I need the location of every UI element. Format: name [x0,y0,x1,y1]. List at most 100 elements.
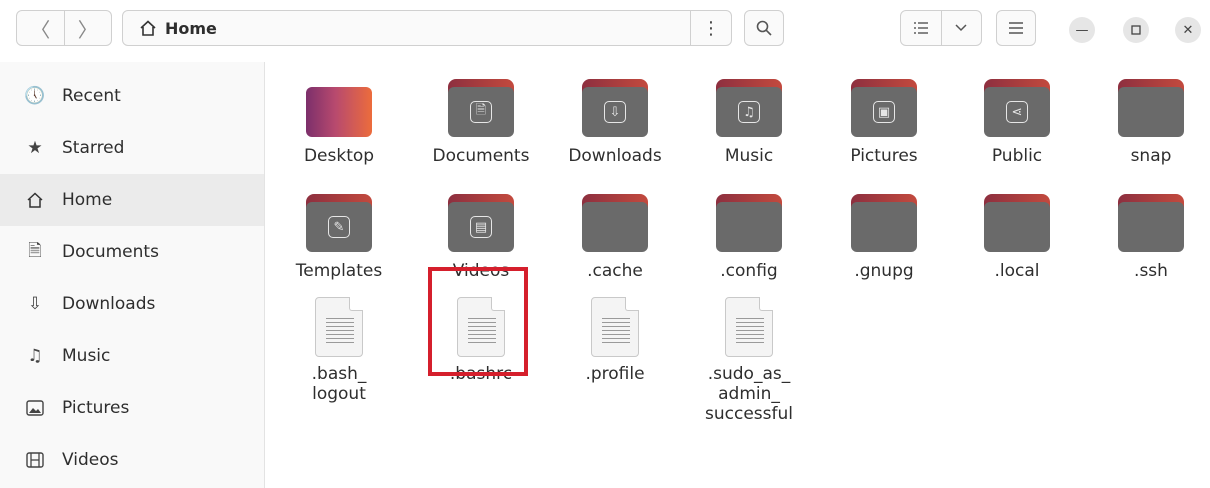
file-name: Downloads [568,146,662,166]
file-name: Public [991,146,1043,166]
folder-icon: 🗎 [448,79,514,139]
folder-item[interactable]: .cache [548,180,682,298]
folder-item[interactable]: Desktop [272,65,406,183]
folder-icon: ⋖ [984,79,1050,139]
template-icon: ✎ [328,216,350,238]
download-icon: ⇩ [604,101,626,123]
folder-item[interactable]: ⋖ Public [950,65,1084,183]
sidebar-item-music[interactable]: ♫ Music [0,330,264,382]
film-icon [24,449,46,471]
sidebar-item-recent[interactable]: 🕔 Recent [0,70,264,122]
folder-icon: ⇩ [582,79,648,139]
file-item[interactable]: .bash_ logout [272,283,406,404]
breadcrumb[interactable]: Home [139,11,217,45]
sidebar-item-label: Videos [62,450,119,470]
maximize-button[interactable] [1123,17,1149,43]
clock-icon: 🕔 [24,86,46,106]
sidebar: 🕔 Recent ★ Starred Home 🗎 Documents ⇩ Do… [0,62,265,488]
file-name: .gnupg [854,261,914,281]
folder-item[interactable]: .ssh [1084,180,1210,298]
back-button[interactable]: 〈 [17,11,64,45]
folder-item[interactable]: snap [1084,65,1210,183]
location-bar[interactable]: Home ⋮ [122,10,732,46]
sidebar-item-pictures[interactable]: Pictures [0,382,264,434]
location-menu-button[interactable]: ⋮ [690,11,731,45]
star-icon: ★ [27,138,43,158]
navigation-buttons: 〈 〉 [16,10,112,46]
download-icon: ⇩ [27,294,43,314]
close-button[interactable]: ✕ [1175,17,1201,43]
folder-icon [582,194,648,254]
music-icon: ♫ [738,101,760,123]
folder-item[interactable]: ▣ Pictures [817,65,951,183]
back-chevron-icon: 〈 [30,17,51,42]
folder-icon [851,194,917,254]
folder-item[interactable]: 🗎 Documents [414,65,548,183]
folder-icon [1118,194,1184,254]
picture-icon: ▣ [873,101,895,123]
folder-item[interactable]: ⇩ Downloads [548,65,682,183]
minimize-button[interactable]: — [1069,17,1095,43]
folder-icon [984,194,1050,254]
file-name: snap [1130,146,1172,166]
music-icon: ♫ [27,346,43,366]
file-name: .local [994,261,1040,281]
text-file-icon [716,297,782,357]
file-name: .profile [585,364,645,384]
sidebar-item-videos[interactable]: Videos [0,434,264,486]
sidebar-item-label: Downloads [62,294,156,314]
sidebar-item-label: Home [62,190,113,210]
sidebar-item-starred[interactable]: ★ Starred [0,122,264,174]
text-file-icon [582,297,648,357]
folder-item[interactable]: .config [682,180,816,298]
share-icon: ⋖ [1006,101,1028,123]
chevron-down-icon [955,24,967,32]
folder-icon [1118,79,1184,139]
file-name: .sudo_as_ admin_ successful [705,364,793,424]
folder-icon: ♫ [716,79,782,139]
folder-item[interactable]: ✎ Templates [272,180,406,298]
folder-item[interactable]: ♫ Music [682,65,816,183]
file-name: Music [724,146,774,166]
forward-button[interactable]: 〉 [63,11,112,45]
file-grid: Desktop 🗎 Documents ⇩ Downloads ♫ Music ▣ Pictur… [266,62,1210,488]
sidebar-item-label: Documents [62,242,159,262]
folder-icon [306,79,372,139]
list-view-button[interactable] [901,11,941,45]
folder-icon [716,194,782,254]
sidebar-item-label: Starred [62,138,125,158]
sidebar-item-downloads[interactable]: ⇩ Downloads [0,278,264,330]
file-name: .cache [587,261,643,281]
view-toggle [900,10,982,46]
search-button[interactable] [744,10,784,46]
file-name: Documents [432,146,530,166]
file-name: .config [720,261,778,281]
text-file-icon [306,297,372,357]
minimize-icon: — [1075,22,1089,38]
folder-item[interactable]: .gnupg [817,180,951,298]
sidebar-item-documents[interactable]: 🗎 Documents [0,226,264,278]
maximize-icon [1131,25,1141,35]
forward-chevron-icon: 〉 [77,17,98,42]
folder-icon: ▤ [448,194,514,254]
document-icon: 🗎 [470,101,492,123]
sidebar-item-home[interactable]: Home [0,174,264,226]
home-icon [140,20,156,36]
search-icon [756,20,772,36]
film-icon: ▤ [470,216,492,238]
view-options-dropdown[interactable] [940,11,982,45]
folder-item[interactable]: .local [950,180,1084,298]
file-name: Pictures [850,146,918,166]
file-item[interactable]: .profile [548,283,682,401]
close-icon: ✕ [1182,22,1194,38]
list-view-icon [913,22,928,34]
file-item[interactable]: .sudo_as_ admin_ successful [682,283,816,424]
sidebar-item-label: Pictures [62,398,130,418]
vertical-dots-icon: ⋮ [702,17,720,39]
hamburger-icon [1009,22,1023,34]
header-bar: 〈 〉 Home ⋮ — ✕ [0,0,1210,62]
sidebar-item-label: Music [62,346,111,366]
picture-icon [24,397,46,419]
main-menu-button[interactable] [996,10,1036,46]
file-name: .ssh [1134,261,1168,281]
